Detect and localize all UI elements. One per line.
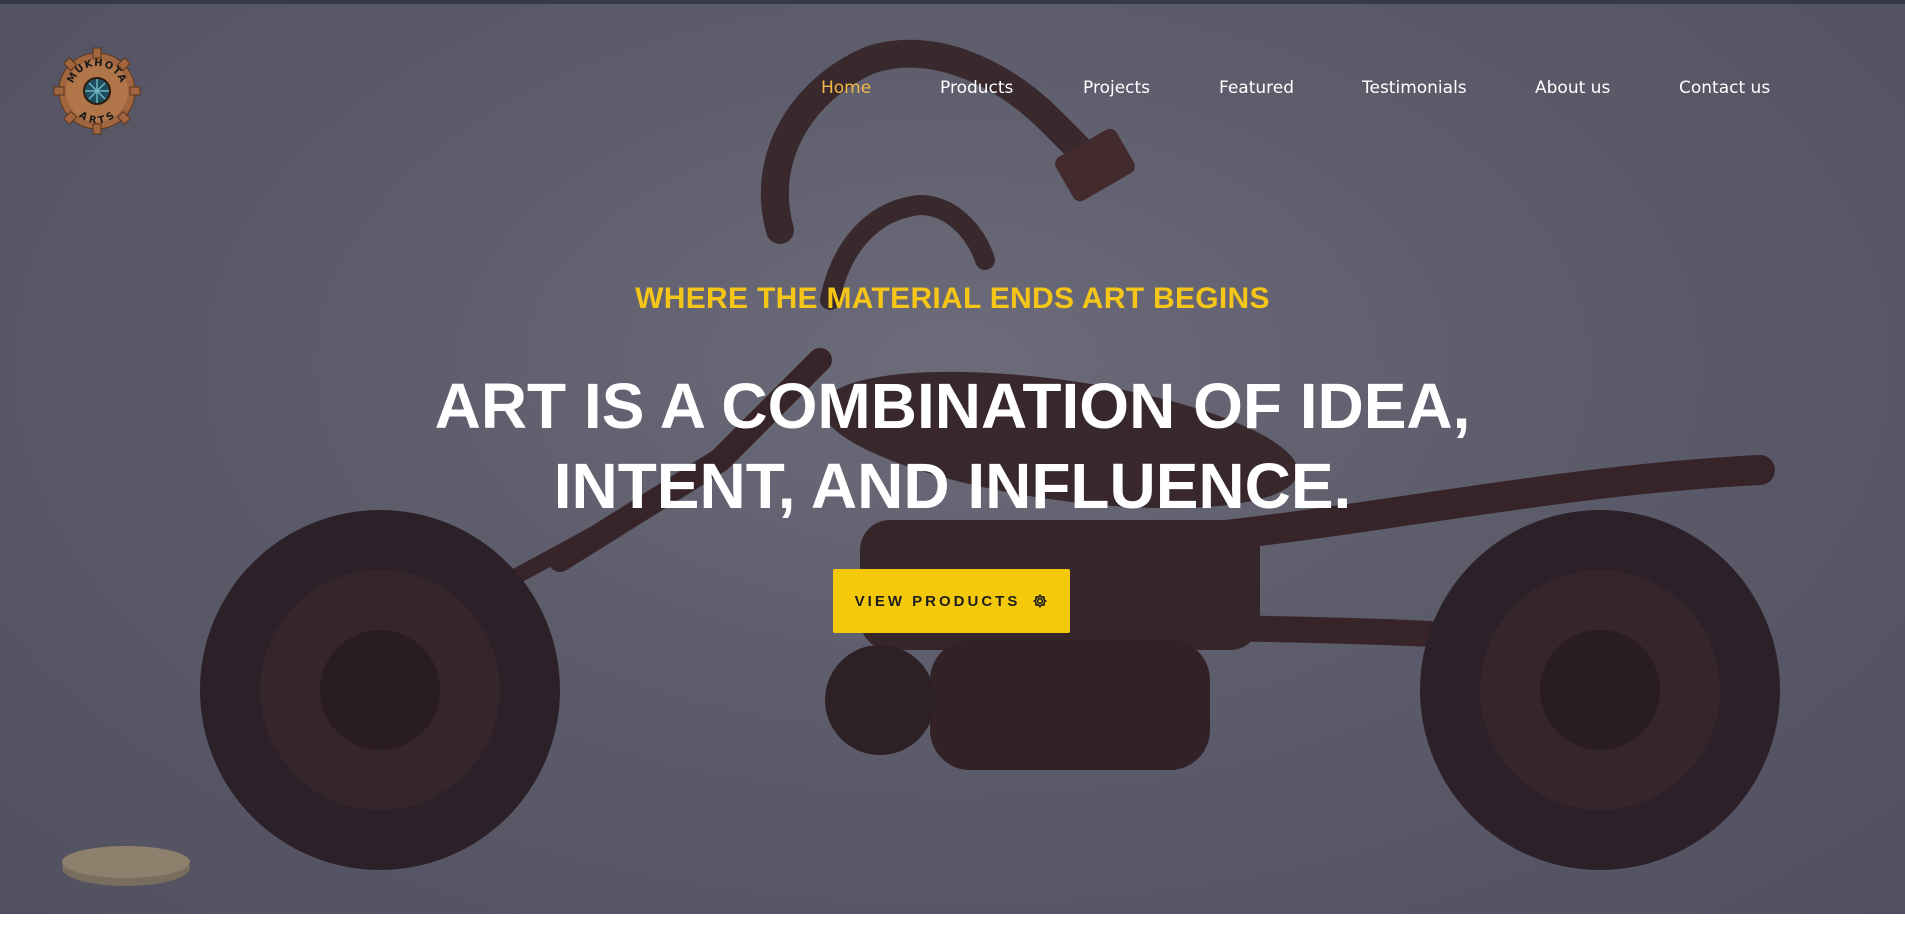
gear-icon [1033,594,1047,608]
hero-section: MUKHOTA ARTS Home Products Projects Feat… [0,0,1905,914]
nav-link-projects[interactable]: Projects [1083,78,1150,98]
hero-tagline: WHERE THE MATERIAL ENDS ART BEGINS [635,282,1270,315]
hero-headline-line-1: ART IS A COMBINATION OF IDEA, [434,370,1471,442]
nav-link-home[interactable]: Home [821,78,871,98]
hero-headline-line-2: INTENT, AND INFLUENCE. [553,450,1352,522]
hero-headline: ART IS A COMBINATION OF IDEA, INTENT, AN… [0,366,1905,526]
nav-link-about-us[interactable]: About us [1535,78,1610,98]
nav-link-contact-us[interactable]: Contact us [1679,78,1770,98]
view-products-button[interactable]: VIEW PRODUCTS [833,569,1070,633]
main-navigation: Home Products Projects Featured Testimon… [0,78,1905,102]
nav-link-featured[interactable]: Featured [1219,78,1294,98]
nav-link-testimonials[interactable]: Testimonials [1362,78,1467,98]
view-products-label: VIEW PRODUCTS [854,592,1021,610]
nav-link-products[interactable]: Products [940,78,1013,98]
